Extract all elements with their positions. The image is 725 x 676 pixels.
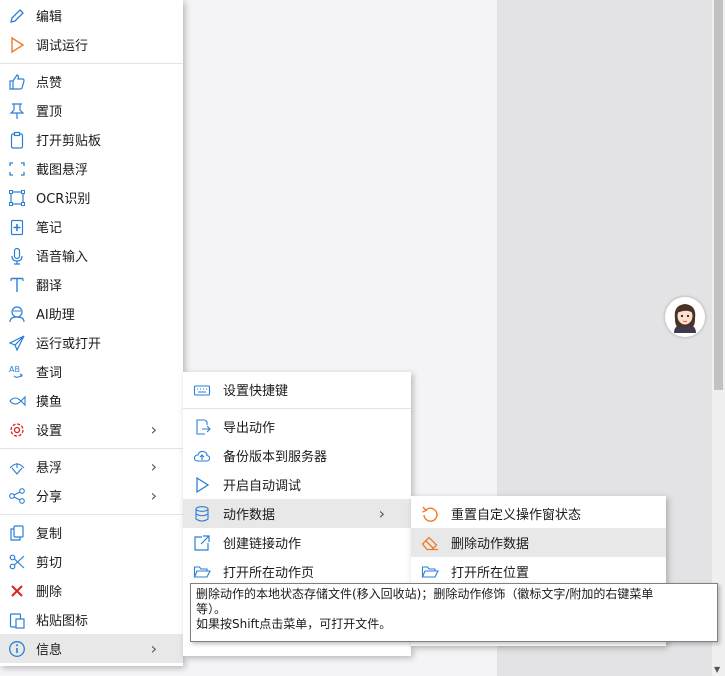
scroll-down-arrow-icon[interactable]: ▼	[714, 665, 720, 674]
menu-item-pin[interactable]: 置顶	[0, 96, 183, 125]
menu-item-settings[interactable]: 设置 ›	[0, 415, 183, 444]
ai-assistant-icon	[8, 305, 26, 323]
database-icon	[193, 505, 211, 523]
menu-item-ai-assistant[interactable]: AI助理	[0, 299, 183, 328]
menu-item-lookup-word[interactable]: AB 查词	[0, 357, 183, 386]
menu-separator	[0, 63, 183, 64]
menu-item-note[interactable]: 笔记	[0, 212, 183, 241]
scrollbar[interactable]: ▼	[712, 0, 725, 676]
paste-icon	[8, 611, 26, 629]
menu-item-open-action-page[interactable]: 打开所在动作页	[183, 557, 411, 586]
scissors-icon	[8, 553, 26, 571]
menu-item-enable-auto-debug[interactable]: 开启自动调试	[183, 470, 411, 499]
menu-item-screenshot-float[interactable]: 截图悬浮	[0, 154, 183, 183]
ocr-icon	[8, 189, 26, 207]
menu-item-edit[interactable]: 编辑	[0, 1, 183, 30]
menu-item-ocr[interactable]: OCR识别	[0, 183, 183, 212]
copy-icon	[8, 524, 26, 542]
thumbs-up-icon	[8, 73, 26, 91]
menu-item-paste-icon[interactable]: 粘贴图标	[0, 605, 183, 634]
keyboard-icon	[193, 381, 211, 399]
menu-separator	[0, 514, 183, 515]
pencil-icon	[8, 7, 26, 25]
play-icon	[8, 36, 26, 54]
menu-item-debug-run[interactable]: 调试运行	[0, 30, 183, 59]
link-out-icon	[193, 534, 211, 552]
translate-icon	[8, 276, 26, 294]
menu-item-share[interactable]: 分享 ›	[0, 481, 183, 510]
info-icon	[8, 640, 26, 658]
menu-item-slack-off[interactable]: 摸鱼	[0, 386, 183, 415]
float-icon	[8, 458, 26, 476]
tooltip-line: 等）。	[196, 602, 227, 616]
clipboard-icon	[8, 131, 26, 149]
folder-icon	[421, 563, 439, 581]
menu-item-create-link-action[interactable]: 创建链接动作	[183, 528, 411, 557]
fish-icon	[8, 392, 26, 410]
chevron-right-icon: ›	[150, 639, 157, 658]
folder-open-icon	[193, 563, 211, 581]
chevron-right-icon: ›	[150, 457, 157, 476]
microphone-icon	[8, 247, 26, 265]
menu-item-set-shortcut[interactable]: 设置快捷键	[183, 375, 411, 404]
menu-item-voice-input[interactable]: 语音输入	[0, 241, 183, 270]
menu-item-open-location[interactable]: 打开所在位置	[411, 557, 666, 586]
menu-separator	[0, 448, 183, 449]
menu-item-info[interactable]: 信息 ›	[0, 634, 183, 663]
context-menu: 编辑 调试运行 点赞 置顶 打开剪贴板 截图悬浮 OCR识别 笔记 语音输入 翻…	[0, 0, 183, 666]
cloud-upload-icon	[193, 447, 211, 465]
screenshot-icon	[8, 160, 26, 178]
chevron-right-icon: ›	[150, 486, 157, 505]
dictionary-icon: AB	[8, 363, 26, 381]
gear-icon	[8, 421, 26, 439]
avatar[interactable]	[665, 297, 705, 337]
menu-item-backup-to-server[interactable]: 备份版本到服务器	[183, 441, 411, 470]
scrollbar-thumb[interactable]	[714, 0, 723, 390]
menu-item-translate[interactable]: 翻译	[0, 270, 183, 299]
menu-item-reset-window-state[interactable]: 重置自定义操作窗状态	[411, 499, 666, 528]
eraser-icon	[421, 534, 439, 552]
pin-icon	[8, 102, 26, 120]
menu-item-open-clipboard[interactable]: 打开剪贴板	[0, 125, 183, 154]
menu-item-delete-action-data[interactable]: 删除动作数据	[411, 528, 666, 557]
menu-item-action-data[interactable]: 动作数据 ›	[183, 499, 411, 528]
chevron-right-icon: ›	[150, 420, 157, 439]
tooltip-line: 删除动作的本地状态存储文件(移入回收站)；删除动作修饰（徽标文字/附加的右键菜单	[196, 587, 654, 601]
note-icon	[8, 218, 26, 236]
menu-item-export-action[interactable]: 导出动作	[183, 412, 411, 441]
delete-x-icon	[8, 582, 26, 600]
tooltip: 删除动作的本地状态存储文件(移入回收站)；删除动作修饰（徽标文字/附加的右键菜单…	[190, 583, 718, 642]
menu-item-float[interactable]: 悬浮 ›	[0, 452, 183, 481]
share-icon	[8, 487, 26, 505]
menu-item-like[interactable]: 点赞	[0, 67, 183, 96]
menu-item-delete[interactable]: 删除	[0, 576, 183, 605]
menu-item-cut[interactable]: 剪切	[0, 547, 183, 576]
export-icon	[193, 418, 211, 436]
svg-text:AB: AB	[9, 365, 20, 374]
chevron-right-icon: ›	[378, 504, 385, 523]
tooltip-line: 如果按Shift点击菜单，可打开文件。	[196, 617, 392, 631]
menu-item-copy[interactable]: 复制	[0, 518, 183, 547]
menu-separator	[183, 408, 411, 409]
menu-item-run-or-open[interactable]: 运行或打开	[0, 328, 183, 357]
reset-icon	[421, 505, 439, 523]
paper-plane-icon	[8, 334, 26, 352]
play-outline-icon	[193, 476, 211, 494]
